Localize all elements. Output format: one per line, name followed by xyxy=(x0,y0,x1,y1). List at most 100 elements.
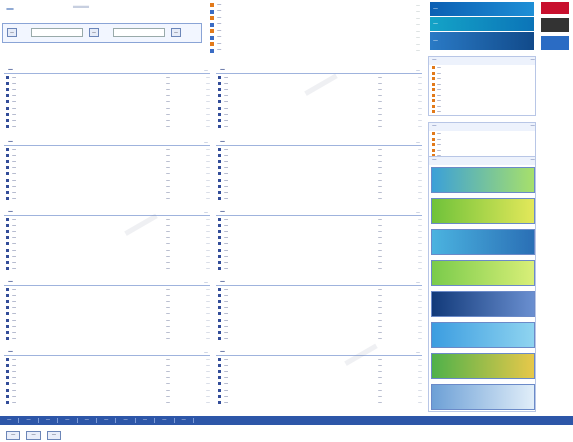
list-item[interactable]: — — — xyxy=(216,241,422,247)
list-item[interactable]: — — — xyxy=(4,317,210,323)
list-item-title[interactable]: — xyxy=(224,118,378,123)
list-item[interactable]: — — — xyxy=(216,336,422,342)
list-item-title[interactable]: — xyxy=(224,254,378,259)
list-item-title[interactable]: — xyxy=(12,178,166,183)
sidebar-item-label[interactable]: — xyxy=(437,71,441,76)
list-item-title[interactable]: — xyxy=(12,375,166,380)
list-item-title[interactable]: — xyxy=(224,75,378,80)
top-news-item[interactable]: — — xyxy=(210,22,420,29)
section-title[interactable]: — xyxy=(216,209,225,215)
list-item[interactable]: — — — xyxy=(216,259,422,265)
more-link[interactable]: — xyxy=(204,280,210,285)
list-item-title[interactable]: — xyxy=(224,375,378,380)
search-type-button[interactable]: — xyxy=(89,28,99,37)
list-item-title[interactable]: — xyxy=(224,93,378,98)
list-item[interactable]: — — — xyxy=(4,259,210,265)
list-item-title[interactable]: — xyxy=(12,184,166,189)
list-item[interactable]: — — — xyxy=(4,305,210,311)
list-item[interactable]: — — — xyxy=(216,381,422,387)
list-item-title[interactable]: — xyxy=(224,159,378,164)
list-item-title[interactable]: — xyxy=(12,266,166,271)
list-item-title[interactable]: — xyxy=(224,196,378,201)
list-item-title[interactable]: — xyxy=(12,287,166,292)
list-item-title[interactable]: — xyxy=(12,81,166,86)
list-item-title[interactable]: — xyxy=(224,305,378,310)
list-item[interactable]: — — — xyxy=(4,375,210,381)
list-item-title[interactable]: — xyxy=(224,229,378,234)
template-thumbnail[interactable] xyxy=(431,260,535,286)
list-item-title[interactable]: — xyxy=(224,394,378,399)
list-item[interactable]: — — — xyxy=(4,189,210,195)
site-logo[interactable]: — — xyxy=(2,0,202,22)
more-link[interactable]: — xyxy=(416,140,422,145)
bottom-nav-link[interactable]: — xyxy=(155,418,175,423)
banner-ad-1[interactable]: — xyxy=(430,2,534,16)
list-item[interactable]: — — — xyxy=(216,80,422,86)
list-item[interactable]: — — — xyxy=(4,222,210,228)
section-title[interactable]: — xyxy=(4,349,13,355)
list-item-title[interactable]: — xyxy=(12,369,166,374)
list-item-title[interactable]: — xyxy=(12,318,166,323)
list-item-title[interactable]: — xyxy=(224,223,378,228)
list-item-title[interactable]: — xyxy=(12,124,166,129)
list-item-title[interactable]: — xyxy=(224,388,378,393)
list-item-title[interactable]: — xyxy=(12,305,166,310)
list-item[interactable]: — — — xyxy=(4,266,210,272)
list-item-title[interactable]: — xyxy=(12,394,166,399)
footer-button-2[interactable]: — xyxy=(26,430,41,440)
list-item[interactable]: — — — xyxy=(216,235,422,241)
template-thumbnail[interactable] xyxy=(431,167,535,193)
list-item[interactable]: — — — xyxy=(216,317,422,323)
list-item-title[interactable]: — xyxy=(12,229,166,234)
list-item[interactable]: — — — xyxy=(4,80,210,86)
list-item-title[interactable]: — xyxy=(224,87,378,92)
list-item-title[interactable]: — xyxy=(12,190,166,195)
sidebar-item-label[interactable]: — xyxy=(437,65,441,70)
list-item[interactable]: — — — xyxy=(4,235,210,241)
list-item[interactable]: — — — xyxy=(4,105,210,111)
more-link[interactable]: — xyxy=(416,280,422,285)
list-item[interactable]: — — — xyxy=(4,323,210,329)
list-item[interactable]: — — — xyxy=(4,311,210,317)
list-item-title[interactable]: — xyxy=(224,381,378,386)
list-item[interactable]: — — — xyxy=(216,165,422,171)
list-item-title[interactable]: — xyxy=(12,217,166,222)
list-item[interactable]: — — — xyxy=(4,74,210,80)
sidebar-item-label[interactable]: — xyxy=(437,148,441,153)
list-item[interactable]: — — — xyxy=(4,387,210,393)
list-item[interactable]: — — — xyxy=(4,393,210,399)
bottom-nav-link[interactable]: — xyxy=(97,418,117,423)
sidebar-item-label[interactable]: — xyxy=(437,76,441,81)
list-item-title[interactable]: — xyxy=(12,254,166,259)
list-item-title[interactable]: — xyxy=(224,184,378,189)
list-item[interactable]: — — — xyxy=(216,399,422,405)
list-item-title[interactable]: — xyxy=(12,75,166,80)
list-item-title[interactable]: — xyxy=(12,357,166,362)
list-item-title[interactable]: — xyxy=(224,363,378,368)
bottom-nav-link[interactable]: — xyxy=(136,418,156,423)
list-item[interactable]: — — — xyxy=(4,86,210,92)
more-link[interactable]: — xyxy=(204,350,210,355)
list-item[interactable]: — — — xyxy=(4,362,210,368)
list-item-title[interactable]: — xyxy=(12,381,166,386)
list-item[interactable]: — — — xyxy=(216,247,422,253)
list-item-title[interactable]: — xyxy=(12,324,166,329)
list-item[interactable]: — — — xyxy=(4,93,210,99)
list-item[interactable]: — — — xyxy=(216,292,422,298)
blue-product-icon[interactable] xyxy=(541,36,569,50)
list-item[interactable]: — — — xyxy=(216,375,422,381)
sidebar-item-label[interactable]: — xyxy=(437,131,441,136)
section-title[interactable]: — xyxy=(4,67,13,73)
template-thumbnail[interactable] xyxy=(431,198,535,224)
top-news-title[interactable]: — xyxy=(217,35,398,40)
top-news-item[interactable]: — — xyxy=(210,35,420,42)
top-news-item[interactable]: — — xyxy=(210,41,420,48)
section-title[interactable]: — xyxy=(216,349,225,355)
bottom-nav-link[interactable]: — xyxy=(0,418,20,423)
list-item[interactable]: — — — xyxy=(4,111,210,117)
list-item[interactable]: — — — xyxy=(4,196,210,202)
list-item[interactable]: — — — xyxy=(216,189,422,195)
list-item[interactable]: — — — xyxy=(4,124,210,130)
list-item-title[interactable]: — xyxy=(12,147,166,152)
top-news-title[interactable]: — xyxy=(217,22,398,27)
